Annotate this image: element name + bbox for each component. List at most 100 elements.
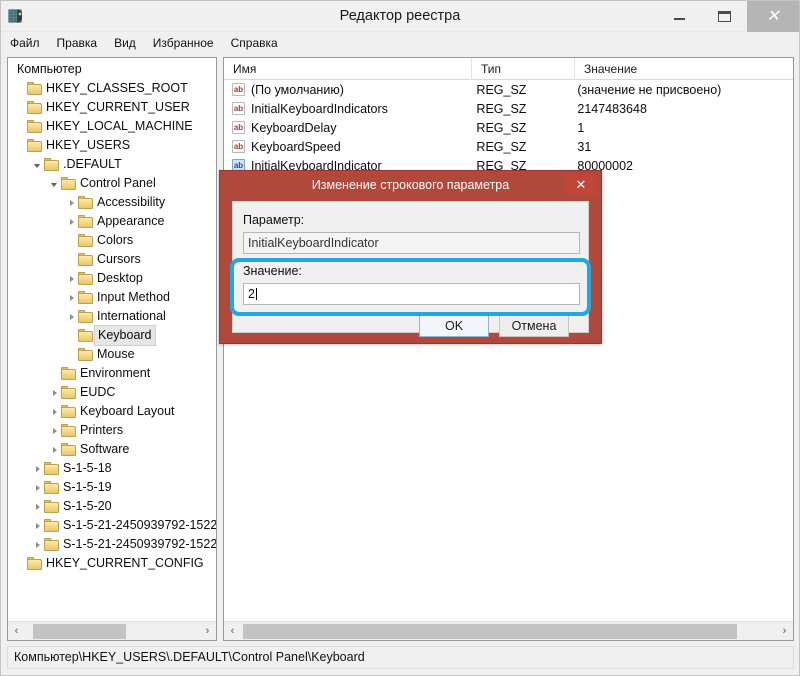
tree-item-root[interactable]: Компьютер bbox=[8, 60, 216, 79]
value-type-cell: REG_SZ bbox=[476, 120, 527, 135]
menu-help[interactable]: Справка bbox=[231, 34, 287, 52]
tree-item-international[interactable]: International bbox=[8, 307, 216, 326]
close-button[interactable]: ✕ bbox=[747, 1, 799, 32]
maximize-icon bbox=[718, 11, 731, 22]
tree-item-cursors[interactable]: Cursors bbox=[8, 250, 216, 269]
chevron-right-icon[interactable] bbox=[46, 421, 61, 440]
chevron-down-icon[interactable] bbox=[46, 174, 61, 193]
folder-icon bbox=[78, 196, 93, 209]
table-row[interactable]: ab KeyboardSpeed REG_SZ 31 bbox=[224, 137, 793, 156]
tree-item-s-1-5-18[interactable]: S-1-5-18 bbox=[8, 459, 216, 478]
cancel-button[interactable]: Отмена bbox=[499, 315, 569, 337]
tree-item-s-1-5-21-2450939792-152249223[interactable]: S-1-5-21-2450939792-152249223 bbox=[8, 535, 216, 554]
value-data-input[interactable]: 2 bbox=[243, 283, 580, 305]
regedit-window: Редактор реестра ✕ Файл Правка Вид Избранно… bbox=[0, 0, 800, 676]
tree-scroll-thumb[interactable] bbox=[33, 623, 126, 639]
dialog-body: Параметр: InitialKeyboardIndicator Значе… bbox=[232, 201, 589, 337]
chevron-down-icon[interactable] bbox=[29, 155, 44, 174]
tree-item-environment[interactable]: Environment bbox=[8, 364, 216, 383]
column-header-value[interactable]: Значение bbox=[575, 58, 793, 80]
chevron-right-icon[interactable] bbox=[29, 497, 44, 516]
tree-hscrollbar[interactable]: ‹ › bbox=[8, 621, 216, 640]
tree-item-hkey-local-machine[interactable]: HKEY_LOCAL_MACHINE bbox=[8, 117, 216, 136]
tree-item-input-method[interactable]: Input Method bbox=[8, 288, 216, 307]
registry-tree[interactable]: Компьютер HKEY_CLASSES_ROOT HKEY_CURRENT_U… bbox=[8, 58, 216, 621]
param-name-label: Параметр: bbox=[243, 213, 305, 227]
value-data-cell: 2147483648 bbox=[577, 101, 647, 116]
values-scroll-thumb[interactable] bbox=[243, 623, 737, 639]
folder-icon bbox=[27, 82, 42, 95]
value-type-cell: REG_SZ bbox=[476, 82, 527, 97]
tree-item-printers[interactable]: Printers bbox=[8, 421, 216, 440]
tree-item-keyboard[interactable]: Keyboard bbox=[8, 325, 216, 346]
menu-favorites[interactable]: Избранное bbox=[153, 34, 223, 52]
chevron-right-icon[interactable] bbox=[63, 307, 78, 326]
tree-item-s-1-5-19[interactable]: S-1-5-19 bbox=[8, 478, 216, 497]
tree-item-label: HKEY_USERS bbox=[46, 138, 131, 152]
values-hscrollbar[interactable]: ‹ › bbox=[224, 621, 793, 640]
tree-item-label: Cursors bbox=[97, 252, 141, 266]
tree-item-label: Software bbox=[80, 442, 130, 456]
status-bar: Компьютер\HKEY_USERS\.DEFAULT\Control Pa… bbox=[7, 646, 794, 669]
table-row[interactable]: ab InitialKeyboardIndicators REG_SZ 2147483… bbox=[224, 99, 793, 118]
menu-view[interactable]: Вид bbox=[114, 34, 145, 52]
values-scroll-right-button[interactable]: › bbox=[776, 623, 793, 640]
tree-item-mouse[interactable]: Mouse bbox=[8, 345, 216, 364]
tree-item-s-1-5-20[interactable]: S-1-5-20 bbox=[8, 497, 216, 516]
tree-item-hkey-current-config[interactable]: HKEY_CURRENT_CONFIG bbox=[8, 554, 216, 573]
tree-item-keyboard-layout[interactable]: Keyboard Layout bbox=[8, 402, 216, 421]
column-header-type[interactable]: Тип bbox=[472, 58, 575, 80]
chevron-right-icon[interactable] bbox=[63, 269, 78, 288]
chevron-right-icon[interactable] bbox=[29, 516, 44, 535]
tree-item-hkey-current-user[interactable]: HKEY_CURRENT_USER bbox=[8, 98, 216, 117]
tree-item-hkey-classes-root[interactable]: HKEY_CLASSES_ROOT bbox=[8, 79, 216, 98]
menu-file[interactable]: Файл bbox=[10, 34, 49, 52]
tree-item-label: S-1-5-19 bbox=[63, 480, 112, 494]
tree-item-appearance[interactable]: Appearance bbox=[8, 212, 216, 231]
chevron-right-icon[interactable] bbox=[46, 402, 61, 421]
value-data-cell: 31 bbox=[577, 139, 592, 154]
table-row[interactable]: ab (По умолчанию) REG_SZ (значение не присв… bbox=[224, 80, 793, 99]
tree-scroll-track[interactable] bbox=[25, 623, 199, 640]
values-scroll-track[interactable] bbox=[241, 623, 776, 640]
table-row[interactable]: ab KeyboardDelay REG_SZ 1 bbox=[224, 118, 793, 137]
menu-edit[interactable]: Правка bbox=[57, 34, 107, 52]
tree-item-s-1-5-21-2450939792-152249223[interactable]: S-1-5-21-2450939792-152249223 bbox=[8, 516, 216, 535]
chevron-right-icon[interactable] bbox=[46, 440, 61, 459]
chevron-right-icon[interactable] bbox=[63, 288, 78, 307]
param-name-input[interactable]: InitialKeyboardIndicator bbox=[243, 232, 580, 254]
close-icon: ✕ bbox=[766, 7, 780, 25]
values-scroll-left-button[interactable]: ‹ bbox=[224, 623, 241, 640]
chevron-right-icon[interactable] bbox=[29, 478, 44, 497]
chevron-right-icon[interactable] bbox=[63, 193, 78, 212]
tree-scroll-right-button[interactable]: › bbox=[199, 623, 216, 640]
tree-item-control-panel[interactable]: Control Panel bbox=[8, 174, 216, 193]
tree-scroll-left-button[interactable]: ‹ bbox=[8, 623, 25, 640]
tree-item-colors[interactable]: Colors bbox=[8, 231, 216, 250]
folder-icon bbox=[27, 139, 42, 152]
minimize-button[interactable] bbox=[657, 1, 702, 32]
chevron-right-icon[interactable] bbox=[29, 535, 44, 554]
value-data-label: Значение: bbox=[243, 264, 302, 278]
ok-button[interactable]: OK bbox=[419, 315, 489, 337]
chevron-right-icon[interactable] bbox=[46, 383, 61, 402]
tree-item-desktop[interactable]: Desktop bbox=[8, 269, 216, 288]
value-data-text: 2 bbox=[248, 287, 255, 301]
tree-item--default[interactable]: .DEFAULT bbox=[8, 155, 216, 174]
maximize-button[interactable] bbox=[702, 1, 747, 32]
chevron-right-icon[interactable] bbox=[63, 212, 78, 231]
folder-icon bbox=[78, 329, 93, 342]
tree-item-software[interactable]: Software bbox=[8, 440, 216, 459]
tree-item-accessibility[interactable]: Accessibility bbox=[8, 193, 216, 212]
value-name-cell: KeyboardDelay bbox=[251, 120, 337, 135]
tree-item-eudc[interactable]: EUDC bbox=[8, 383, 216, 402]
chevron-right-icon[interactable] bbox=[29, 459, 44, 478]
values-column-headers: Имя Тип Значение bbox=[224, 58, 793, 80]
column-header-name[interactable]: Имя bbox=[224, 58, 472, 80]
tree-item-hkey-users[interactable]: HKEY_USERS bbox=[8, 136, 216, 155]
dialog-close-button[interactable]: ✕ bbox=[565, 174, 597, 195]
